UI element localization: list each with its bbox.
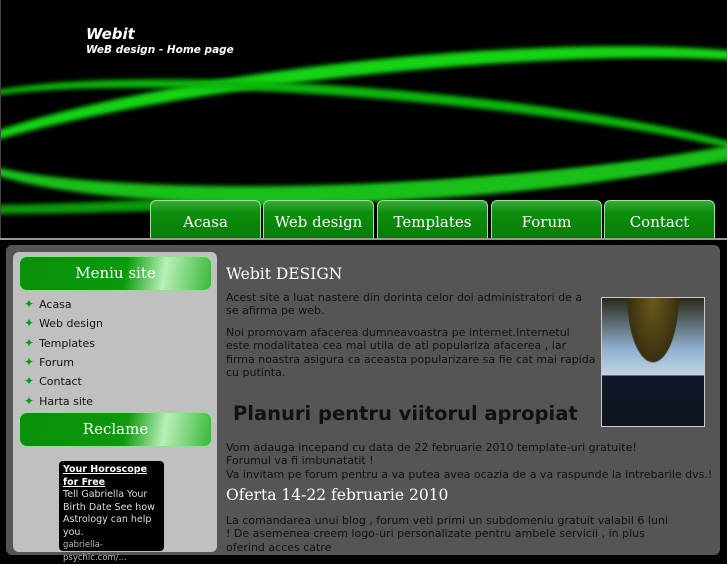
ad-text: Tell Gabriella Your Birth Date See how A… <box>63 489 155 538</box>
menu-label: Templates <box>39 337 95 350</box>
star-bullet-icon: ✦ <box>24 316 35 330</box>
nav-tab-templates[interactable]: Templates <box>377 200 488 239</box>
plan-line: Forumul va fi imbunatatit ! <box>226 454 374 467</box>
plans-list: Vom adauga incepand cu data de 22 februa… <box>226 441 716 482</box>
sidebar-item-web-design[interactable]: ✦ Web design <box>24 315 103 331</box>
star-bullet-icon: ✦ <box>24 355 35 369</box>
sidebar-item-templates[interactable]: ✦ Templates <box>24 335 95 351</box>
menu-label: Web design <box>39 317 104 330</box>
ad-box[interactable]: Your Horoscope for Free Tell Gabriella Y… <box>59 461 164 563</box>
menu-label: Acasa <box>39 298 72 311</box>
offer-paragraph: La comandarea unui blog , forum veti pri… <box>226 513 668 554</box>
sidebar-item-acasa[interactable]: ✦ Acasa <box>24 296 72 312</box>
sidebar-item-harta-site[interactable]: ✦ Harta site <box>24 393 93 409</box>
nav-tab-forum[interactable]: Forum <box>491 200 602 239</box>
header-banner: Webit WeB design - Home page Acasa Web d… <box>0 0 727 239</box>
promo-paragraph: Noi promovam afacerea dumneavoastra pe i… <box>226 325 596 380</box>
menu-heading: Meniu site <box>19 256 212 291</box>
ads-heading: Reclame <box>19 412 212 447</box>
nav-tab-acasa[interactable]: Acasa <box>150 200 261 239</box>
menu-label: Harta site <box>39 395 94 408</box>
sidebar-item-forum[interactable]: ✦ Forum <box>24 354 74 370</box>
star-bullet-icon: ✦ <box>24 297 35 311</box>
content-heading: Webit DESIGN <box>226 265 343 283</box>
plan-line: Vom adauga incepand cu data de 22 februa… <box>226 440 637 454</box>
divider <box>0 238 727 240</box>
star-bullet-icon: ✦ <box>24 336 35 350</box>
businessman-photo <box>601 297 705 427</box>
menu-label: Contact <box>39 375 82 388</box>
sidebar-item-contact[interactable]: ✦ Contact <box>24 373 82 389</box>
offer-heading: Oferta 14-22 februarie 2010 <box>226 486 449 504</box>
star-bullet-icon: ✦ <box>24 374 35 388</box>
site-title: Webit <box>86 25 135 43</box>
star-bullet-icon: ✦ <box>24 394 35 408</box>
nav-tab-web-design[interactable]: Web design <box>263 200 374 239</box>
intro-paragraph: Acest site a luat nastere din dorinta ce… <box>226 290 583 318</box>
ad-title-link[interactable]: Your Horoscope for Free <box>63 464 160 489</box>
nav-tab-contact[interactable]: Contact <box>604 200 715 239</box>
menu-label: Forum <box>39 356 74 369</box>
site-subtitle: WeB design - Home page <box>86 44 234 56</box>
plan-line: Va invitam pe forum pentru a va putea av… <box>226 467 713 481</box>
